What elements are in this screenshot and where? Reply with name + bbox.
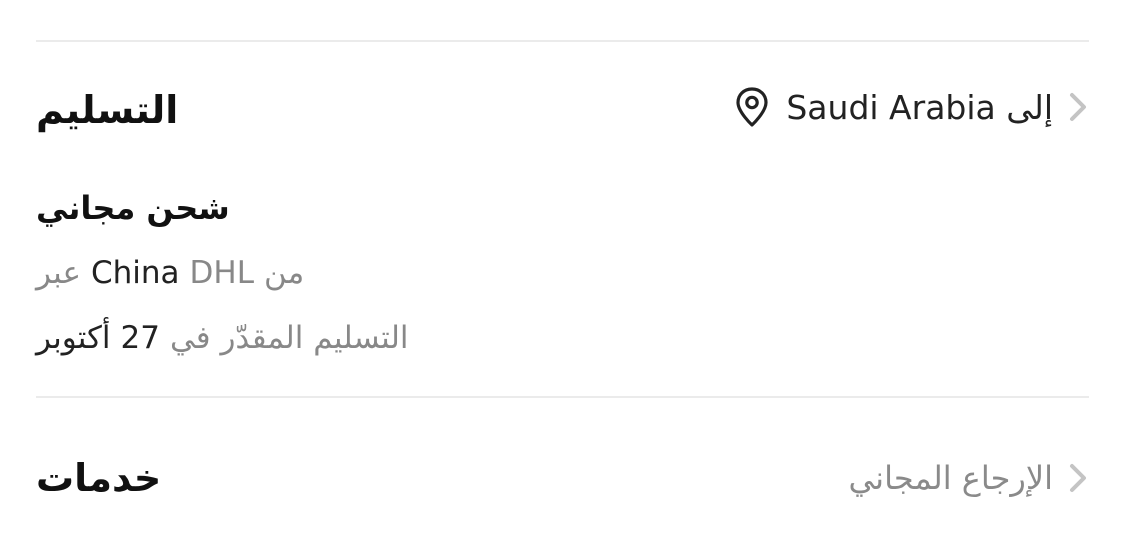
top-divider (36, 40, 1089, 42)
free-returns-row[interactable]: الإرجاع المجاني (848, 458, 1089, 498)
shipping-method-title: شحن مجاني (36, 189, 230, 227)
from-word: من (263, 255, 305, 291)
origin-country: China (90, 255, 180, 291)
estimate-day: 27 (120, 320, 160, 356)
services-title: خدمات (36, 456, 162, 500)
location-pin-icon (736, 87, 768, 127)
delivery-estimate-line: التسليم المقدّر في27أكتوبر (36, 320, 409, 356)
carrier-line: عبر China DHL من (36, 255, 304, 291)
destination-country: Saudi Arabia (786, 87, 996, 127)
estimate-month: أكتوبر (36, 320, 111, 356)
carrier-name: DHL (189, 255, 254, 291)
destination-selector[interactable]: إلى Saudi Arabia (734, 86, 1089, 128)
chevron-right-icon (1070, 93, 1086, 121)
delivery-title: التسليم (36, 88, 179, 132)
destination-label: إلى Saudi Arabia (786, 88, 1053, 127)
chevron-right-icon (1070, 464, 1086, 492)
via-word: عبر (36, 255, 81, 291)
estimate-prefix: التسليم المقدّر في (169, 320, 409, 356)
middle-divider (36, 396, 1089, 398)
free-returns-label: الإرجاع المجاني (848, 459, 1053, 497)
destination-prefix: إلى (1006, 87, 1053, 127)
